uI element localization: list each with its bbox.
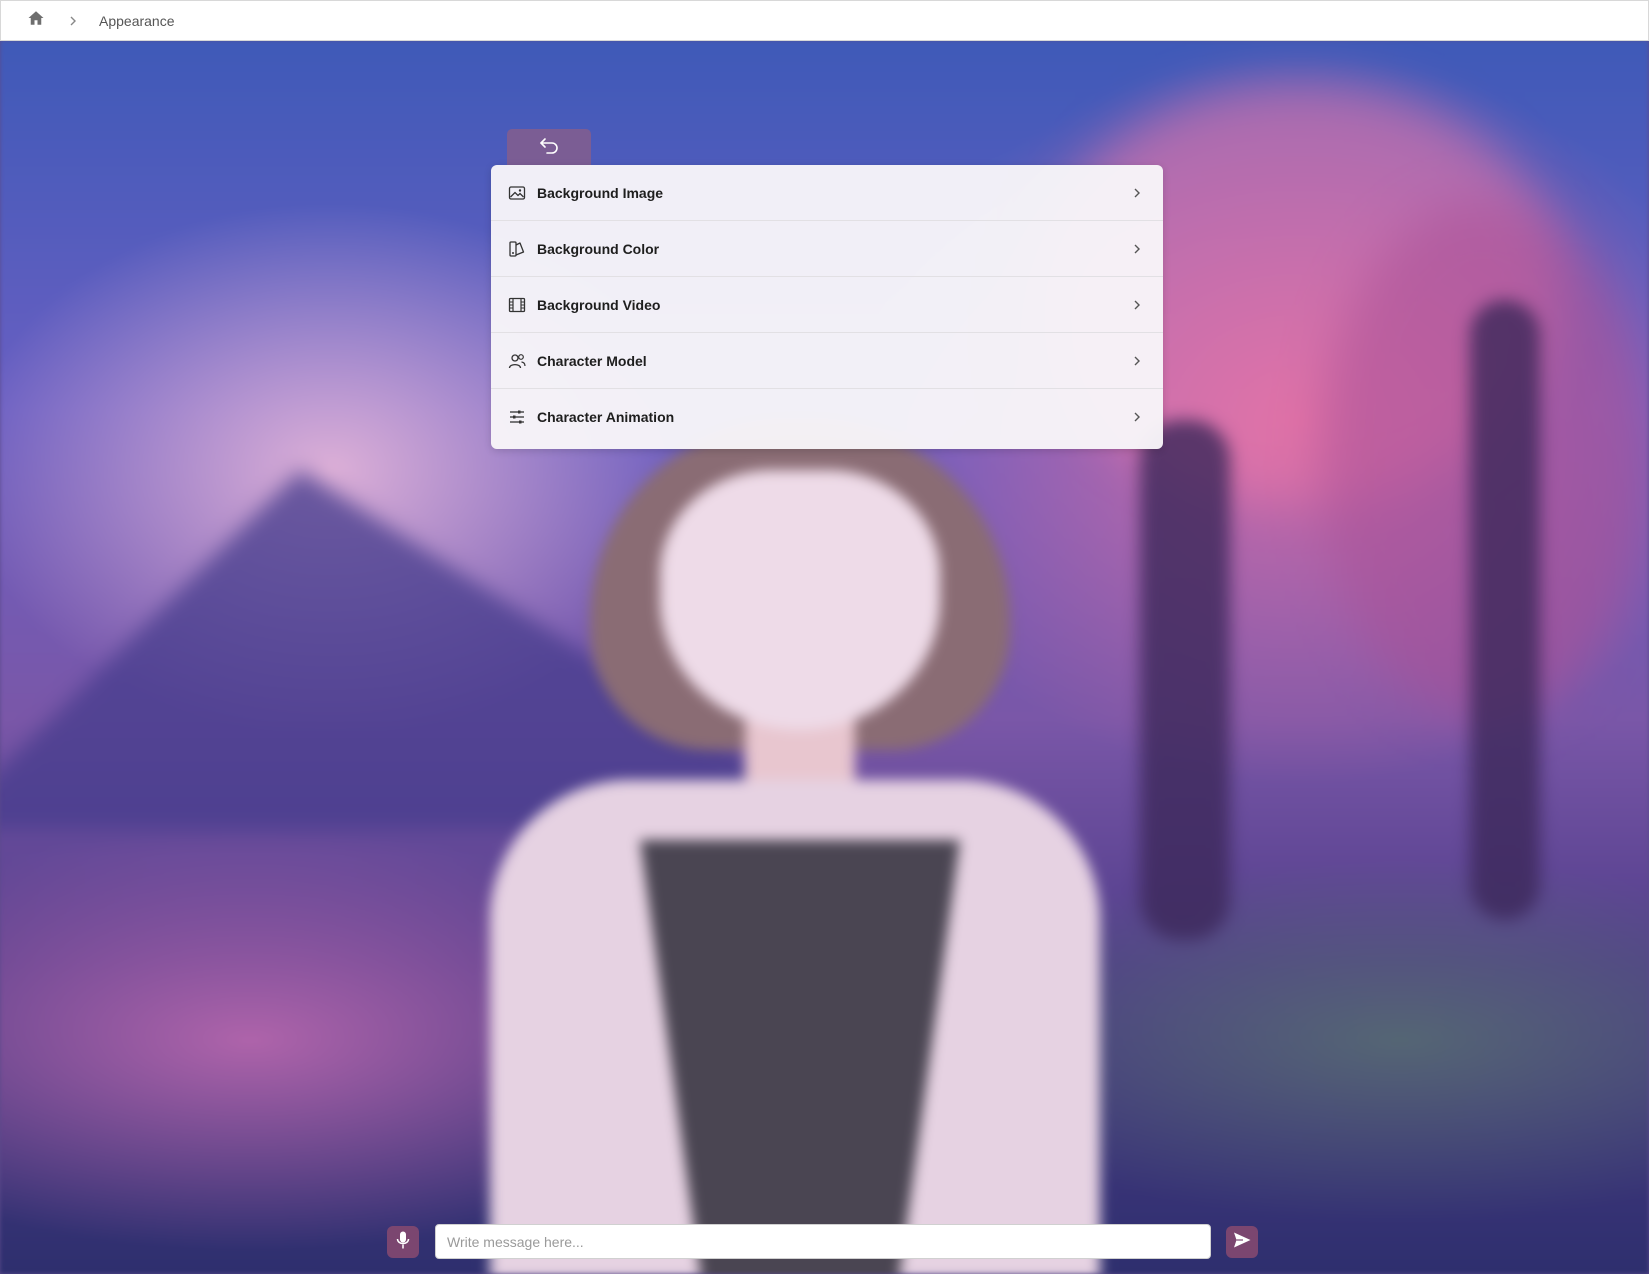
send-button[interactable]: [1226, 1226, 1258, 1258]
menu-item-label: Background Color: [537, 240, 660, 257]
menu-item-background-image[interactable]: Background Image: [491, 165, 1163, 221]
chevron-right-icon: [1131, 298, 1145, 312]
character-face: [660, 470, 940, 730]
microphone-button[interactable]: [387, 1226, 419, 1258]
chevron-right-icon: [67, 14, 81, 28]
back-button[interactable]: [507, 129, 591, 165]
menu-item-background-video[interactable]: Background Video: [491, 277, 1163, 333]
message-input[interactable]: [435, 1224, 1211, 1259]
top-bar: Appearance: [0, 0, 1649, 41]
chevron-right-icon: [1131, 354, 1145, 368]
undo-arrow-icon: [538, 136, 560, 159]
menu-item-character-model[interactable]: Character Model: [491, 333, 1163, 389]
menu-item-label: Character Animation: [537, 409, 675, 425]
film-icon: [507, 295, 527, 315]
home-icon: [27, 9, 45, 32]
menu-item-background-color[interactable]: Background Color: [491, 221, 1163, 277]
breadcrumb-current: Appearance: [99, 12, 175, 29]
palette-icon: [507, 239, 527, 259]
menu-item-label: Character Model: [537, 352, 647, 369]
users-icon: [507, 351, 527, 371]
menu-item-label: Background Image: [537, 184, 664, 201]
chevron-right-icon: [1131, 242, 1145, 256]
appearance-menu-panel: Background Image Background Color Backgr…: [491, 165, 1163, 449]
menu-item-label: Background Video: [537, 296, 661, 313]
chevron-right-icon: [1131, 186, 1145, 200]
microphone-icon: [395, 1230, 411, 1255]
chevron-right-icon: [1131, 410, 1145, 424]
image-icon: [507, 183, 527, 203]
home-button[interactable]: [21, 6, 51, 36]
sliders-icon: [507, 407, 527, 427]
send-icon: [1232, 1231, 1252, 1254]
menu-item-character-animation[interactable]: Character Animation: [491, 389, 1163, 445]
